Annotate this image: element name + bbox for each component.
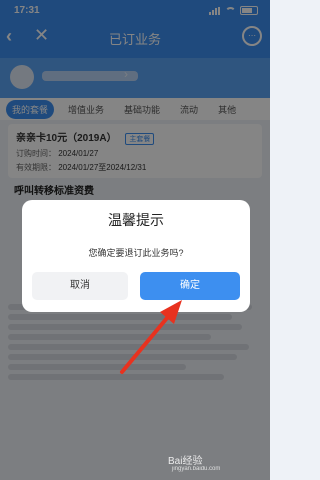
dialog-title: 温馨提示 xyxy=(108,212,164,228)
cancel-button[interactable]: 取消 xyxy=(32,272,128,300)
confirm-button[interactable]: 确定 xyxy=(140,272,240,300)
dialog-message: 您确定要退订此业务吗? xyxy=(88,248,184,258)
watermark-brand: Bai经验 xyxy=(168,456,203,467)
watermark-url: jingyan.baidu.com xyxy=(172,466,221,472)
confirm-dialog: 温馨提示 您确定要退订此业务吗? 取消 确定 xyxy=(22,200,250,312)
